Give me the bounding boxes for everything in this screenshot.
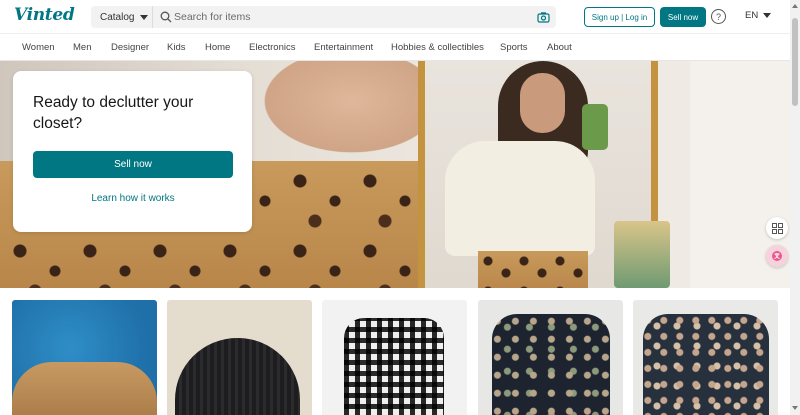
chevron-down-icon [763,13,772,18]
catalog-dropdown[interactable]: Catalog [91,6,153,28]
grid-icon [771,222,783,234]
hero-phone [582,104,608,150]
nav-item-entertainment[interactable]: Entertainment [314,42,373,53]
help-icon[interactable]: ? [711,9,726,24]
scroll-down-arrow[interactable] [792,406,798,410]
product-card-hoodie[interactable] [12,300,157,415]
language-label: EN [745,10,759,21]
chevron-down-icon [140,14,149,20]
search-bar: Catalog [91,6,556,28]
translate-icon [772,251,782,261]
hero-model-skirt [478,251,588,288]
product-grid [0,288,790,415]
learn-how-it-works-link[interactable]: Learn how it works [33,193,233,204]
search-input[interactable] [174,8,524,26]
translate-widget-button[interactable] [766,245,788,267]
nav-item-home[interactable]: Home [205,42,230,53]
nav-item-men[interactable]: Men [73,42,91,53]
sell-now-button[interactable]: Sell now [660,7,706,27]
product-card-coat[interactable] [322,300,467,415]
page-scrollbar[interactable] [790,0,800,415]
hero-model-shirt [445,141,595,256]
hero-title: Ready to declutter your closet? [33,94,194,132]
language-selector[interactable]: EN [745,10,772,21]
nav-item-kids[interactable]: Kids [167,42,185,53]
hero-arm [250,61,420,161]
product-card-beanie[interactable] [167,300,312,415]
nav-item-electronics[interactable]: Electronics [249,42,295,53]
camera-icon[interactable] [537,11,550,23]
vinted-logo[interactable]: Vinted [14,5,75,25]
search-icon [160,11,172,23]
product-image [175,338,300,415]
grid-widget-button[interactable] [766,217,788,239]
signup-login-button[interactable]: Sign up | Log in [584,7,655,27]
hero-card: Ready to declutter your closet? Sell now… [13,71,252,232]
nav-item-hobbies[interactable]: Hobbies & collectibles [391,42,484,53]
nav-item-about[interactable]: About [547,42,572,53]
scroll-up-arrow[interactable] [792,4,798,8]
product-card-blouse[interactable] [478,300,623,415]
hero-sell-now-button[interactable]: Sell now [33,151,233,178]
nav-item-women[interactable]: Women [22,42,55,53]
top-header: Vinted Catalog Sign up | Log in Sell now… [0,0,790,33]
category-nav: Women Men Designer Kids Home Electronics… [0,33,790,61]
nav-item-designer[interactable]: Designer [111,42,149,53]
nav-item-sports[interactable]: Sports [500,42,527,53]
scrollbar-thumb[interactable] [792,18,798,106]
product-image [12,362,157,415]
product-image [492,314,610,415]
hero-painting [614,221,670,288]
hero-model-face [520,73,565,133]
catalog-label: Catalog [100,11,135,23]
product-card-blouse-2[interactable] [633,300,778,415]
product-image [643,314,769,415]
product-image [344,318,444,415]
